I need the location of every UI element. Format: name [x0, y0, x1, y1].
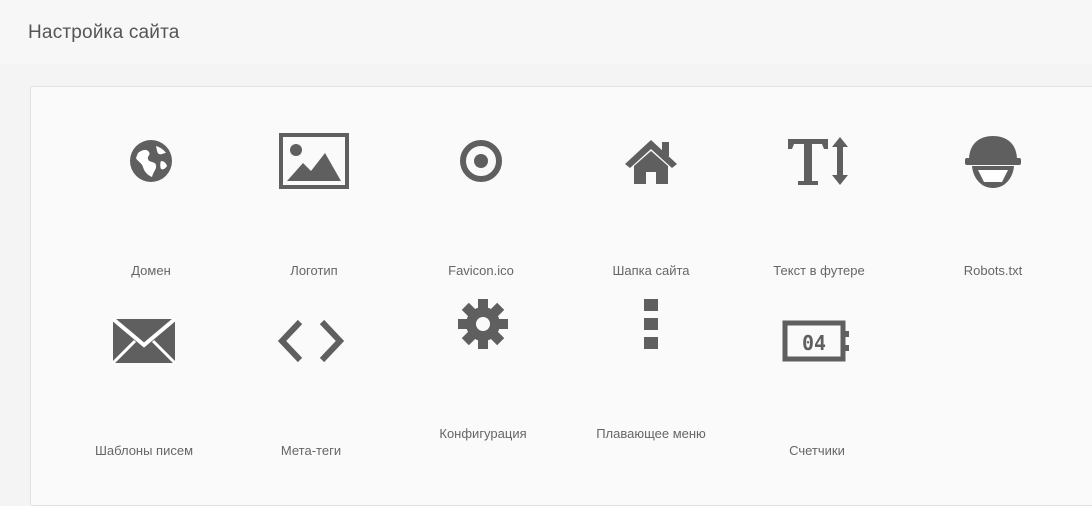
globe-icon — [76, 129, 226, 193]
ellipsis-vertical-icon — [576, 292, 726, 356]
code-icon — [236, 309, 386, 373]
tile-label: Конфигурация — [439, 426, 527, 441]
home-icon — [576, 129, 726, 193]
counter-icon-digits: 04 — [802, 331, 826, 355]
counter-icon: 04 — [742, 309, 892, 373]
tile-robots[interactable]: Robots.txt — [918, 129, 1068, 279]
page-header: Настройка сайта — [0, 0, 1092, 64]
gear-icon — [408, 292, 558, 356]
settings-panel: Домен Логотип Favicon.ico Шапка сайта Те… — [30, 86, 1092, 506]
tile-footer-text[interactable]: Текст в футере — [744, 129, 894, 279]
tile-label: Счетчики — [789, 443, 845, 458]
tile-label: Плавающее меню — [596, 426, 706, 441]
tile-counters[interactable]: 04 Счетчики — [742, 309, 892, 459]
tile-label: Логотип — [290, 263, 338, 278]
tile-meta-tags[interactable]: Мета-теги — [236, 309, 386, 459]
tile-domain[interactable]: Домен — [76, 129, 226, 279]
text-height-icon — [744, 129, 894, 193]
robot-helmet-icon — [918, 129, 1068, 193]
image-icon — [239, 129, 389, 193]
dot-circle-icon — [406, 129, 556, 193]
tile-label: Шапка сайта — [612, 263, 690, 278]
envelope-icon — [69, 309, 219, 373]
tile-label: Шаблоны писем — [94, 443, 194, 458]
tile-logo[interactable]: Логотип — [239, 129, 389, 279]
tile-floating-menu[interactable]: Плавающее меню — [576, 292, 726, 442]
tile-label: Favicon.ico — [448, 263, 514, 278]
tile-label: Домен — [131, 263, 171, 278]
tile-label: Мета-теги — [280, 443, 342, 458]
tile-label: Текст в футере — [773, 263, 865, 278]
tile-label: Robots.txt — [963, 263, 1023, 278]
tile-header[interactable]: Шапка сайта — [576, 129, 726, 279]
page-title: Настройка сайта — [28, 22, 180, 43]
tile-email-templates[interactable]: Шаблоны писем — [69, 309, 219, 459]
tile-configuration[interactable]: Конфигурация — [408, 292, 558, 442]
tile-favicon[interactable]: Favicon.ico — [406, 129, 556, 279]
